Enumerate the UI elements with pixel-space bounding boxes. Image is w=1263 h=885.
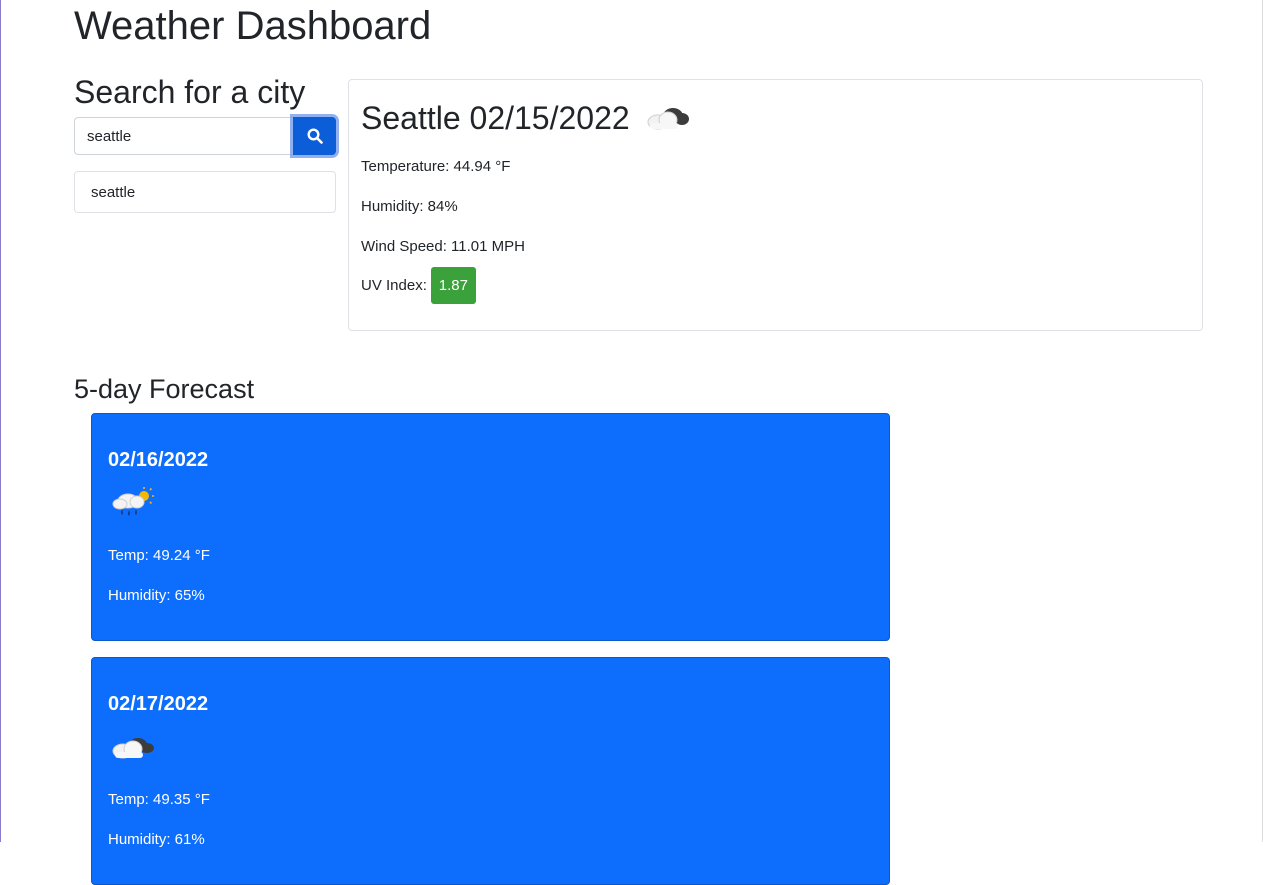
current-weather-title: Seattle 02/15/2022: [361, 98, 690, 138]
search-button[interactable]: [293, 117, 336, 155]
uv-index-label: UV Index:: [361, 277, 427, 294]
search-input[interactable]: [74, 117, 293, 155]
current-humidity: Humidity: 84%: [361, 198, 458, 215]
forecast-humidity: Humidity: 65%: [108, 587, 205, 604]
rain-sun-icon: [112, 487, 154, 516]
uv-index-badge: 1.87: [430, 267, 476, 304]
current-temperature: Temperature: 44.94 °F: [361, 158, 511, 175]
cloud-icon: [112, 738, 154, 759]
current-weather-card: Seattle 02/15/2022 Temperature: 44.94 °F…: [348, 79, 1203, 331]
city-date-label: Seattle 02/15/2022: [361, 100, 630, 136]
search-heading: Search for a city: [74, 74, 306, 110]
forecast-date: 02/16/2022: [108, 449, 209, 471]
forecast-card: 02/16/2022 Temp: 49.24 °F Humidity: 65%: [91, 413, 890, 641]
page-title: Weather Dashboard: [74, 4, 432, 48]
forecast-date: 02/17/2022: [108, 693, 209, 715]
forecast-temp: Temp: 49.24 °F: [108, 547, 210, 564]
search-form: [74, 117, 336, 155]
forecast-heading: 5-day Forecast: [74, 374, 255, 404]
forecast-temp: Temp: 49.35 °F: [108, 791, 210, 808]
search-history-item[interactable]: seattle: [74, 171, 336, 213]
search-icon: [306, 128, 323, 144]
forecast-card: 02/17/2022 Temp: 49.35 °F Humidity: 61%: [91, 657, 890, 885]
current-wind-speed: Wind Speed: 11.01 MPH: [361, 238, 525, 255]
uv-index-row: UV Index: 1.87: [361, 267, 476, 304]
cloud-icon: [647, 108, 689, 130]
forecast-humidity: Humidity: 61%: [108, 831, 205, 848]
